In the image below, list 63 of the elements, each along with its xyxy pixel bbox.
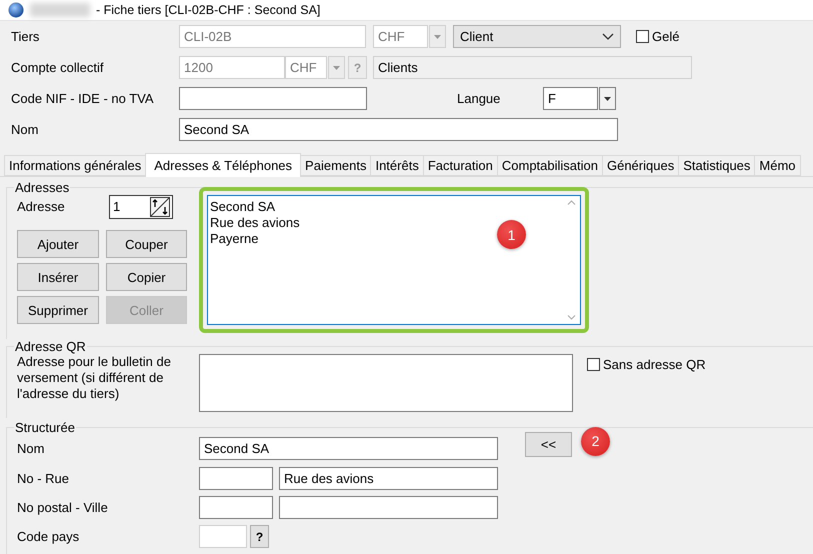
spinner-arrows-icon bbox=[150, 196, 170, 216]
name-field[interactable]: Second SA bbox=[179, 118, 618, 141]
action-button[interactable]: Ajouter bbox=[17, 230, 99, 258]
app-globe-icon bbox=[8, 2, 24, 18]
postcode-field[interactable] bbox=[199, 496, 273, 519]
help-button[interactable]: ? bbox=[250, 525, 269, 548]
tab[interactable]: Mémo bbox=[754, 155, 801, 176]
group-title: Adresse QR bbox=[14, 339, 87, 354]
chevron-down-icon bbox=[602, 33, 614, 40]
tab[interactable]: Comptabilisation bbox=[496, 155, 603, 176]
checkbox-label: Gelé bbox=[652, 29, 680, 44]
number-badge: 2 bbox=[581, 426, 610, 456]
vat-field[interactable] bbox=[179, 87, 367, 110]
tab[interactable]: Intérêts bbox=[370, 155, 424, 176]
frozen-checkbox[interactable] bbox=[636, 30, 649, 43]
field-label: Code NIF - IDE - no TVA bbox=[11, 91, 155, 106]
dropdown-button[interactable] bbox=[599, 87, 616, 110]
field-label: No postal - Ville bbox=[17, 500, 109, 515]
tab[interactable]: Génériques bbox=[602, 155, 680, 176]
action-button[interactable]: Supprimer bbox=[17, 296, 99, 324]
currency-field[interactable]: CHF bbox=[285, 56, 327, 79]
account-name-field[interactable]: Clients bbox=[373, 56, 692, 79]
type-dropdown[interactable]: Client bbox=[453, 25, 621, 48]
caret-icon bbox=[604, 96, 611, 100]
caret-icon bbox=[333, 66, 340, 70]
scroll-up-icon bbox=[567, 200, 576, 205]
street-field[interactable]: Rue des avions bbox=[279, 467, 498, 490]
field-label: Code pays bbox=[17, 529, 80, 544]
group-title: Adresses bbox=[14, 180, 70, 195]
scroll-down-icon bbox=[567, 315, 576, 320]
tab[interactable]: Facturation bbox=[422, 155, 498, 176]
tab[interactable]: Adresses & Téléphones bbox=[145, 153, 302, 177]
action-button[interactable]: Couper bbox=[106, 230, 187, 258]
group-title: Structurée bbox=[14, 420, 76, 435]
tab[interactable]: Informations générales bbox=[4, 155, 146, 176]
field-label: No - Rue bbox=[17, 471, 70, 486]
tab[interactable]: Statistiques bbox=[678, 155, 756, 176]
qr-address-field[interactable] bbox=[199, 354, 573, 412]
no-qr-checkbox[interactable] bbox=[587, 358, 600, 371]
blurred-area bbox=[30, 3, 90, 17]
tab[interactable]: Paiements bbox=[300, 155, 372, 176]
city-field[interactable] bbox=[279, 496, 498, 519]
window-title: - Fiche tiers [CLI-02B-CHF : Second SA] bbox=[96, 3, 320, 17]
checkbox-label: Sans adresse QR bbox=[603, 357, 706, 372]
caret-icon bbox=[434, 34, 441, 38]
action-button[interactable]: Insérer bbox=[17, 263, 99, 291]
language-field[interactable]: F bbox=[543, 87, 598, 110]
country-field[interactable] bbox=[199, 525, 247, 548]
currency-field[interactable]: CHF bbox=[373, 25, 428, 48]
field-label: Adresse pour le bulletin de versement (si différent de l'adresse du tiers) bbox=[17, 354, 172, 402]
copy-button[interactable]: << bbox=[525, 432, 572, 456]
name-field[interactable]: Second SA bbox=[199, 436, 498, 460]
field-label: Adresse bbox=[17, 199, 66, 214]
field-label: Tiers bbox=[11, 29, 40, 44]
address-number-spinner[interactable]: 1 bbox=[109, 194, 173, 218]
number-field[interactable] bbox=[199, 467, 273, 490]
field-label: Nom bbox=[11, 122, 40, 137]
field-label: Langue bbox=[457, 91, 502, 106]
account-field[interactable]: 1200 bbox=[179, 56, 285, 79]
action-button[interactable]: Copier bbox=[106, 263, 187, 291]
code-field[interactable]: CLI-02B bbox=[179, 25, 366, 48]
field-label: Compte collectif bbox=[11, 60, 104, 75]
field-label: Nom bbox=[17, 440, 46, 456]
